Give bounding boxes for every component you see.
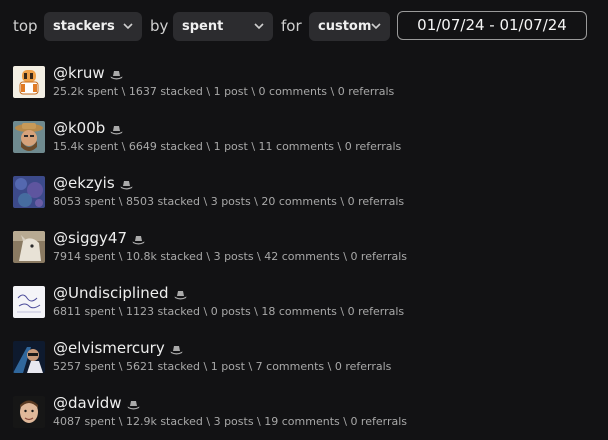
cowboy-hat-icon [127,397,140,410]
sort-by-select-value: spent [182,19,224,34]
user-stats: 8053 spent \ 8503 stacked \ 3 posts \ 20… [53,195,405,208]
type-select[interactable]: stackers [44,12,142,41]
cowboy-hat-icon [132,232,145,245]
leaderboard-filter-bar: top stackers by spent for custom 01/07/2… [0,0,608,52]
avatar[interactable] [13,121,45,153]
label-for: for [281,17,302,35]
username-link[interactable]: @elvismercury [53,339,165,357]
user-name-line: @elvismercury [53,339,183,357]
cowboy-hat-icon [120,177,133,190]
user-stats: 25.2k spent \ 1637 stacked \ 1 post \ 0 … [53,85,395,98]
avatar[interactable] [13,66,45,98]
avatar[interactable] [13,286,45,318]
user-name-line: @davidw [53,394,140,412]
cowboy-hat-icon [174,287,187,300]
user-name-line: @siggy47 [53,229,145,247]
user-stats: 6811 spent \ 1123 stacked \ 0 posts \ 18… [53,305,405,318]
username-link[interactable]: @kruw [53,64,105,82]
chevron-down-icon [370,12,382,41]
list-item: @k00b 15.4k spent \ 6649 stacked \ 1 pos… [0,117,608,161]
date-range-input[interactable]: 01/07/24 - 01/07/24 [397,11,587,40]
username-link[interactable]: @k00b [53,119,105,137]
username-link[interactable]: @ekzyis [53,174,115,192]
list-item: @davidw 4087 spent \ 12.9k stacked \ 3 p… [0,392,608,436]
avatar[interactable] [13,176,45,208]
user-name-line: @Undisciplined [53,284,187,302]
time-range-select[interactable]: custom [309,12,390,41]
username-link[interactable]: @Undisciplined [53,284,169,302]
sort-by-select[interactable]: spent [173,12,273,41]
label-by: by [150,17,169,35]
username-link[interactable]: @siggy47 [53,229,127,247]
avatar[interactable] [13,396,45,428]
cowboy-hat-icon [170,342,183,355]
label-top: top [13,17,38,35]
user-stats: 15.4k spent \ 6649 stacked \ 1 post \ 11… [53,140,402,153]
list-item: @siggy47 7914 spent \ 10.8k stacked \ 3 … [0,227,608,271]
user-name-line: @kruw [53,64,123,82]
list-item: @kruw 25.2k spent \ 1637 stacked \ 1 pos… [0,62,608,106]
user-stats: 7914 spent \ 10.8k stacked \ 3 posts \ 4… [53,250,408,263]
list-item: @elvismercury 5257 spent \ 5621 stacked … [0,337,608,381]
list-item: @ekzyis 8053 spent \ 8503 stacked \ 3 po… [0,172,608,216]
cowboy-hat-icon [110,122,123,135]
user-stats: 4087 spent \ 12.9k stacked \ 3 posts \ 1… [53,415,408,428]
avatar[interactable] [13,341,45,373]
username-link[interactable]: @davidw [53,394,122,412]
user-name-line: @k00b [53,119,123,137]
type-select-value: stackers [53,19,115,34]
user-name-line: @ekzyis [53,174,133,192]
list-item: @Undisciplined 6811 spent \ 1123 stacked… [0,282,608,326]
cowboy-hat-icon [110,67,123,80]
chevron-down-icon [122,12,134,41]
time-range-select-value: custom [318,19,372,34]
user-stats: 5257 spent \ 5621 stacked \ 1 post \ 7 c… [53,360,392,373]
avatar[interactable] [13,231,45,263]
chevron-down-icon [253,12,265,41]
